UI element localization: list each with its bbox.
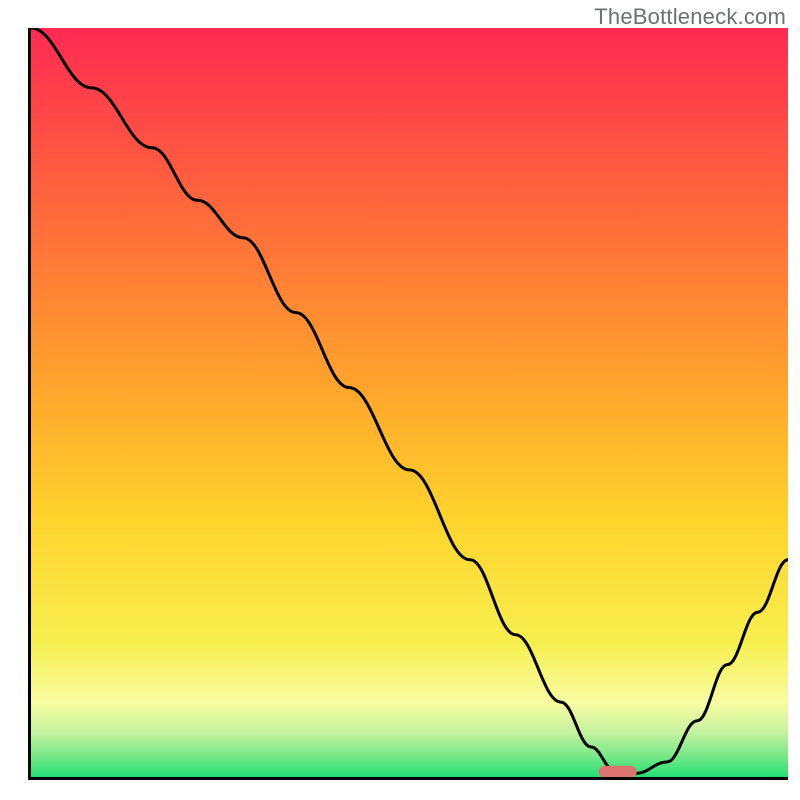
bottleneck-chart (31, 28, 788, 777)
watermark-text: TheBottleneck.com (594, 4, 786, 30)
gradient-background (31, 28, 788, 777)
optimal-marker (599, 766, 637, 777)
